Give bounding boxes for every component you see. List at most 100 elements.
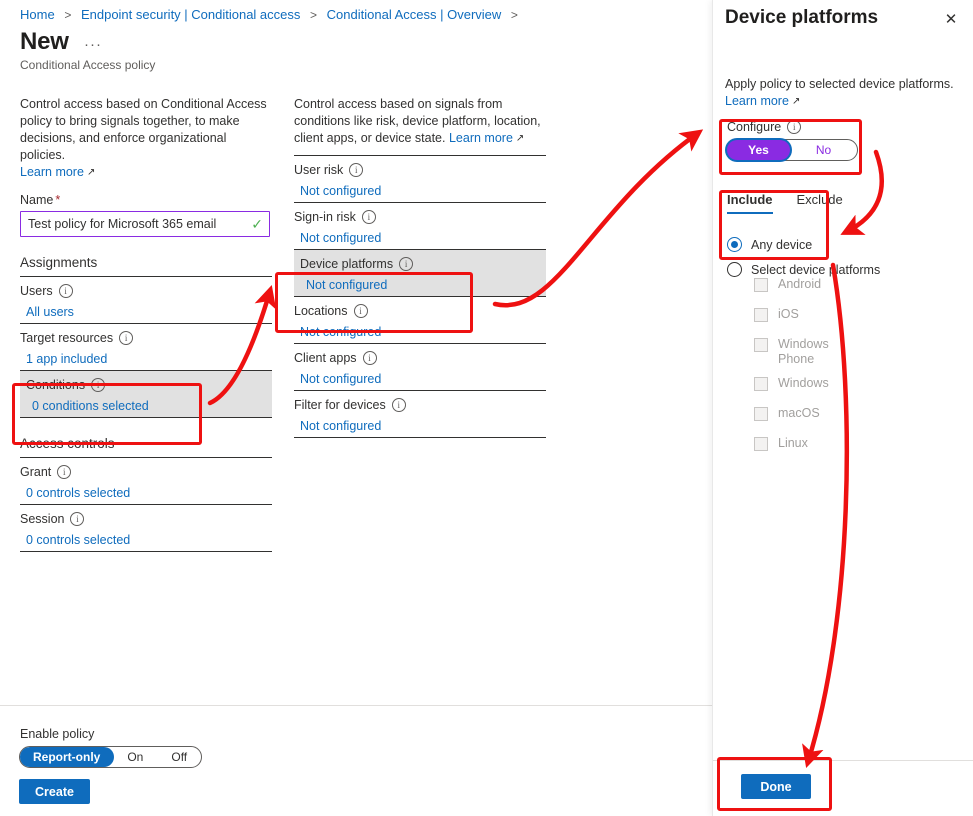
checkbox-label-macos: macOS — [778, 406, 820, 420]
checkbox-row-windows[interactable]: Windows — [754, 376, 842, 397]
condition-row-filter-for-devices[interactable]: Filter for devices i Not configured — [294, 391, 546, 437]
assignment-value-conditions[interactable]: 0 conditions selected — [20, 399, 272, 413]
assignment-value-target-resources[interactable]: 1 app included — [20, 352, 272, 366]
breadcrumb-item-home[interactable]: Home — [20, 7, 55, 22]
info-icon[interactable]: i — [361, 210, 376, 224]
enable-policy-toggle[interactable]: Report-only On Off — [19, 746, 203, 768]
checkbox-icon[interactable] — [754, 437, 768, 451]
info-icon[interactable]: i — [349, 163, 364, 177]
checkbox-row-android[interactable]: Android — [754, 277, 842, 298]
breadcrumb-separator: > — [64, 8, 72, 22]
breadcrumb-item-endpoint-security[interactable]: Endpoint security | Conditional access — [81, 7, 300, 22]
panel-title: Device platforms — [725, 7, 879, 28]
enable-policy-option-report-only[interactable]: Report-only — [20, 747, 115, 767]
assignment-value-users[interactable]: All users — [20, 305, 272, 319]
external-link-icon: ↗ — [515, 133, 525, 144]
enable-policy-option-on[interactable]: On — [113, 747, 157, 767]
radio-icon-selected[interactable] — [727, 237, 742, 252]
checkbox-icon[interactable] — [754, 278, 768, 292]
condition-label-text: Filter for devices — [294, 398, 386, 412]
condition-value-sign-in-risk[interactable]: Not configured — [294, 231, 546, 245]
checkbox-icon[interactable] — [754, 338, 768, 352]
checkbox-icon[interactable] — [754, 407, 768, 421]
device-platforms-panel: Device platforms ✕ Apply policy to selec… — [712, 0, 973, 816]
info-icon[interactable]: i — [391, 398, 406, 412]
condition-label-text: Device platforms — [300, 257, 394, 271]
assignments-learn-more-link[interactable]: Learn more — [20, 165, 84, 179]
checkbox-row-macos[interactable]: macOS — [754, 406, 842, 427]
access-control-row-grant[interactable]: Grant i 0 controls selected — [20, 458, 272, 504]
condition-row-user-risk[interactable]: User risk i Not configured — [294, 156, 546, 202]
info-icon[interactable]: i — [58, 284, 73, 298]
checkbox-icon[interactable] — [754, 308, 768, 322]
condition-row-client-apps[interactable]: Client apps i Not configured — [294, 344, 546, 390]
create-button[interactable]: Create — [19, 779, 90, 804]
divider — [20, 551, 272, 552]
conditions-blurb: Control access based on signals from con… — [294, 96, 546, 147]
checkbox-icon[interactable] — [754, 377, 768, 391]
breadcrumb-separator: > — [510, 8, 518, 22]
info-icon[interactable]: i — [91, 378, 106, 392]
panel-learn-more-link[interactable]: Learn more — [725, 94, 789, 108]
radio-label-select-device-platforms: Select device platforms — [751, 262, 881, 277]
access-control-value-grant[interactable]: 0 controls selected — [20, 486, 272, 500]
info-icon[interactable]: i — [399, 257, 414, 271]
name-input[interactable] — [20, 211, 270, 237]
checkbox-row-ios[interactable]: iOS — [754, 307, 842, 328]
condition-value-locations[interactable]: Not configured — [294, 325, 546, 339]
checkbox-row-linux[interactable]: Linux — [754, 436, 842, 457]
tab-include[interactable]: Include — [727, 192, 773, 214]
radio-icon-unselected[interactable] — [727, 262, 742, 277]
panel-footer-divider — [713, 760, 973, 761]
assignment-row-target-resources[interactable]: Target resources i 1 app included — [20, 324, 272, 370]
breadcrumb-separator: > — [310, 8, 318, 22]
panel-description: Apply policy to selected device platform… — [725, 76, 955, 110]
info-icon[interactable]: i — [119, 331, 134, 345]
access-control-label-text: Session — [20, 512, 65, 526]
condition-value-filter-for-devices[interactable]: Not configured — [294, 419, 546, 433]
enable-policy-label: Enable policy — [20, 727, 95, 741]
device-scope-radio-group: Any device Select device platforms — [727, 232, 880, 282]
condition-label: Sign-in risk i — [294, 210, 546, 224]
info-icon[interactable]: i — [787, 120, 802, 134]
assignment-label: Target resources i — [20, 331, 272, 345]
radio-row-any-device[interactable]: Any device — [727, 232, 880, 257]
breadcrumb-item-conditional-access-overview[interactable]: Conditional Access | Overview — [327, 7, 502, 22]
assignment-row-conditions[interactable]: Conditions i 0 conditions selected — [20, 371, 272, 417]
assignments-blurb-text: Control access based on Conditional Acce… — [20, 97, 267, 162]
access-control-row-session[interactable]: Session i 0 controls selected — [20, 505, 272, 551]
condition-value-user-risk[interactable]: Not configured — [294, 184, 546, 198]
info-icon[interactable]: i — [70, 512, 85, 526]
main-content: Home > Endpoint security | Conditional a… — [0, 0, 712, 816]
condition-row-locations[interactable]: Locations i Not configured — [294, 297, 546, 343]
info-icon[interactable]: i — [362, 351, 377, 365]
divider — [294, 437, 546, 438]
conditions-column: Control access based on signals from con… — [294, 96, 546, 438]
info-icon[interactable]: i — [57, 465, 72, 479]
more-options-icon[interactable]: ··· — [84, 36, 102, 53]
close-icon[interactable]: ✕ — [942, 11, 960, 29]
configure-label-text: Configure — [727, 120, 782, 134]
condition-value-client-apps[interactable]: Not configured — [294, 372, 546, 386]
configure-option-yes[interactable]: Yes — [727, 140, 790, 160]
configure-toggle[interactable]: Yes No — [727, 139, 858, 161]
panel-tabs: Include Exclude — [727, 192, 843, 214]
assignment-row-users[interactable]: Users i All users — [20, 277, 272, 323]
condition-row-sign-in-risk[interactable]: Sign-in risk i Not configured — [294, 203, 546, 249]
condition-label: Filter for devices i — [294, 398, 546, 412]
assignments-column: Control access based on Conditional Acce… — [20, 96, 272, 552]
conditions-learn-more-link[interactable]: Learn more — [449, 131, 513, 145]
enable-policy-option-off[interactable]: Off — [157, 747, 201, 767]
configure-option-no[interactable]: No — [790, 143, 857, 157]
condition-label-text: Locations — [294, 304, 348, 318]
access-control-value-session[interactable]: 0 controls selected — [20, 533, 272, 547]
info-icon[interactable]: i — [353, 304, 368, 318]
assignment-label: Users i — [20, 284, 272, 298]
done-button[interactable]: Done — [741, 774, 811, 799]
condition-label-text: User risk — [294, 163, 344, 177]
tab-exclude[interactable]: Exclude — [797, 192, 843, 214]
checkbox-row-windows-phone[interactable]: Windows Phone — [754, 337, 842, 367]
condition-value-device-platforms[interactable]: Not configured — [294, 278, 546, 292]
radio-label-any-device: Any device — [751, 237, 813, 252]
condition-row-device-platforms[interactable]: Device platforms i Not configured — [294, 250, 546, 296]
